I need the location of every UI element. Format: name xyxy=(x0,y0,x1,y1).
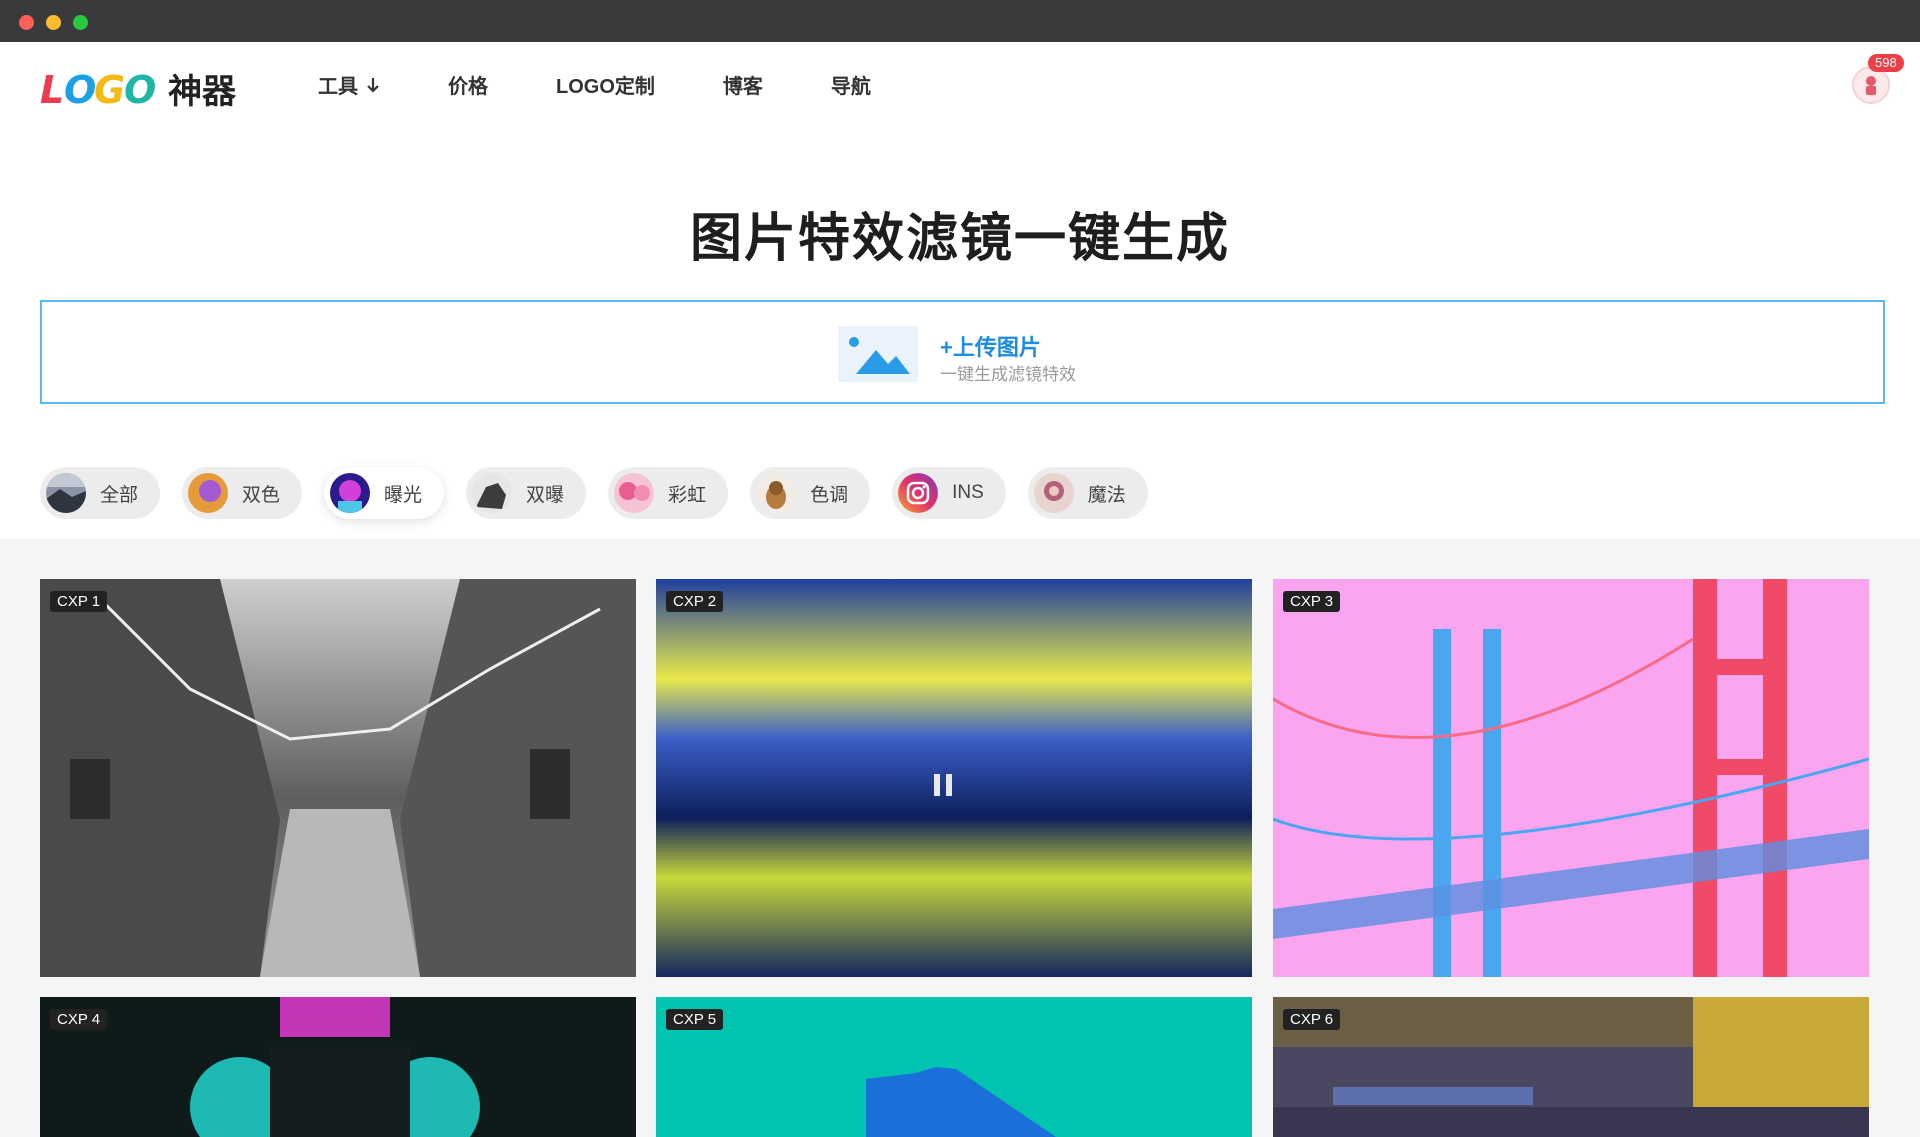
filter-rainbow[interactable]: 彩虹 xyxy=(608,467,729,519)
gallery-card[interactable]: CXP 6 xyxy=(1273,997,1869,1137)
window-titlebar xyxy=(0,0,1920,42)
avatar-image xyxy=(1854,68,1888,102)
nav-navigation[interactable]: 导航 xyxy=(831,70,871,104)
svg-text:O: O xyxy=(124,68,156,110)
gallery-card[interactable]: CXP 3 xyxy=(1273,579,1869,977)
minimize-window-button[interactable] xyxy=(46,15,61,30)
instagram-icon xyxy=(898,473,939,513)
filter-tone[interactable]: 色调 xyxy=(750,467,871,519)
image-upload-icon xyxy=(838,326,918,382)
card-tag: CXP 5 xyxy=(666,1009,724,1030)
card-image xyxy=(656,997,1252,1137)
filter-duotone[interactable]: 双色 xyxy=(182,467,303,519)
card-image xyxy=(40,579,636,977)
filter-magic-label: 魔法 xyxy=(1087,484,1126,506)
upload-subtitle: 一键生成滤镜特效 xyxy=(940,365,1076,384)
page-header-area xyxy=(0,42,1920,539)
filter-magic-thumbnail xyxy=(1033,473,1074,513)
svg-text:O: O xyxy=(64,68,96,110)
filter-tone-label: 色调 xyxy=(810,484,849,506)
nav-pricing[interactable]: 价格 xyxy=(448,70,488,104)
nav-tools[interactable]: 工具 xyxy=(318,70,380,104)
gallery-card[interactable]: CXP 5 xyxy=(656,997,1252,1137)
nav-blog[interactable]: 博客 xyxy=(723,70,763,104)
filter-double-exposure-label: 双曝 xyxy=(526,484,565,506)
notification-badge[interactable]: 598 xyxy=(1868,54,1904,72)
svg-text:G: G xyxy=(94,68,125,110)
gallery-card[interactable]: CXP 4 xyxy=(40,997,636,1137)
filter-exposure-label: 曝光 xyxy=(384,484,423,506)
filter-exposure[interactable]: 曝光 xyxy=(324,467,445,519)
logo-graphic: L O G O 神器 xyxy=(40,68,237,110)
gallery-card[interactable]: CXP 1 xyxy=(40,579,636,977)
filter-tone-thumbnail xyxy=(756,473,797,513)
arrow-down-icon xyxy=(366,70,380,104)
filter-all[interactable]: 全部 xyxy=(40,467,161,519)
card-tag: CXP 2 xyxy=(666,591,724,612)
filter-magic[interactable]: 魔法 xyxy=(1027,467,1148,519)
main-nav: 工具 价格 LOGO定制 博客 导航 xyxy=(318,70,939,104)
card-tag: CXP 3 xyxy=(1283,591,1341,612)
filter-rainbow-thumbnail xyxy=(614,473,655,513)
gallery-card[interactable]: CXP 2 xyxy=(656,579,1252,977)
zoom-window-button[interactable] xyxy=(73,15,88,30)
filter-rainbow-label: 彩虹 xyxy=(668,484,707,506)
filter-duotone-thumbnail xyxy=(188,473,229,513)
filter-ins-label: INS xyxy=(952,482,984,503)
card-image xyxy=(1273,997,1869,1137)
nav-logo-custom[interactable]: LOGO定制 xyxy=(556,70,655,104)
site-logo[interactable]: L O G O 神器 xyxy=(40,66,250,110)
filter-ins[interactable]: INS xyxy=(892,467,1006,519)
filter-chips: 全部 双色 曝光 双曝 彩虹 色调 INS 魔法 xyxy=(40,467,1170,519)
filter-exposure-thumbnail xyxy=(330,473,371,513)
filter-double-exposure[interactable]: 双曝 xyxy=(466,467,587,519)
nav-tools-label: 工具 xyxy=(318,76,358,98)
card-image xyxy=(1273,579,1869,977)
card-tag: CXP 6 xyxy=(1283,1009,1341,1030)
upload-title: +上传图片 xyxy=(940,335,1041,360)
card-tag: CXP 4 xyxy=(50,1009,108,1030)
card-tag: CXP 1 xyxy=(50,591,108,612)
card-image xyxy=(656,579,1252,977)
filter-duotone-label: 双色 xyxy=(242,484,281,506)
filter-all-label: 全部 xyxy=(100,484,139,506)
close-window-button[interactable] xyxy=(19,15,34,30)
svg-text:神器: 神器 xyxy=(168,72,237,110)
upload-image-dropzone[interactable]: +上传图片 一键生成滤镜特效 xyxy=(40,300,1885,404)
card-image xyxy=(40,997,636,1137)
filter-double-exposure-thumbnail xyxy=(472,473,513,513)
page-title: 图片特效滤镜一键生成 xyxy=(689,210,1230,268)
svg-text:L: L xyxy=(40,68,64,110)
filter-all-thumbnail xyxy=(46,473,86,513)
